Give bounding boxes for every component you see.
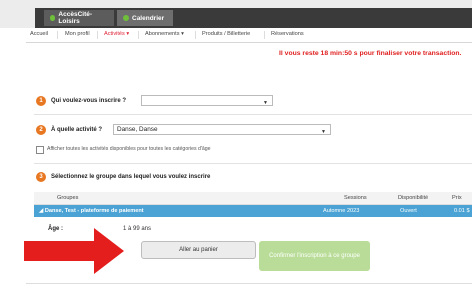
tab-calendrier[interactable]: Calendrier	[117, 10, 173, 26]
menu-separator	[57, 31, 58, 39]
main-menu: Accueil Mon profil Activités ▾ Abonnemen…	[26, 28, 472, 43]
tab-label: Calendrier	[132, 14, 165, 22]
activity-select[interactable]: Danse, Danse ▼	[113, 124, 331, 135]
menu-separator	[138, 31, 139, 39]
step-3-label: Sélectionnez le groupe dans lequel vous …	[51, 174, 211, 180]
menu-separator	[195, 31, 196, 39]
menu-abonnements[interactable]: Abonnements ▾	[145, 31, 184, 37]
col-sessions: Sessions	[344, 195, 367, 201]
col-groupes: Groupes	[57, 195, 79, 201]
top-bar: AccèsCité-Loisirs Calendrier	[0, 0, 472, 28]
group-availability: Ouvert	[400, 208, 417, 214]
menu-separator	[264, 31, 265, 39]
step-2-badge: 2	[36, 125, 46, 135]
arrow-shape	[24, 228, 124, 274]
menu-reservations[interactable]: Réservations	[271, 31, 304, 37]
session-timer: Il vous reste 18 min:50 s pour finaliser…	[279, 50, 462, 57]
app-dot-icon	[123, 15, 129, 21]
step-1-badge: 1	[36, 96, 46, 106]
person-select[interactable]: ▼	[141, 95, 273, 106]
col-prix: Prix	[452, 195, 462, 201]
menu-separator	[97, 31, 98, 39]
col-disponibilite: Disponibilité	[398, 195, 429, 201]
step-1-label: Qui voulez-vous inscrire ?	[51, 98, 127, 104]
step-3-badge: 3	[36, 172, 46, 182]
step-2-label: À quelle activité ?	[51, 127, 103, 133]
red-arrow-icon	[24, 228, 124, 274]
groups-table-header: Groupes Sessions Disponibilité Prix	[34, 192, 472, 205]
tab-acces-cite-loisirs[interactable]: AccèsCité-Loisirs	[44, 10, 114, 26]
divider	[26, 283, 472, 284]
app-dot-icon	[50, 15, 56, 21]
divider	[34, 163, 472, 164]
menu-accueil[interactable]: Accueil	[30, 31, 48, 37]
confirm-registration-button[interactable]: Confirmer l'inscription à ce groupe	[259, 241, 370, 271]
menu-activites[interactable]: Activités ▾	[104, 31, 129, 37]
menu-mon-profil[interactable]: Mon profil	[65, 31, 90, 37]
menu-produits-billetterie[interactable]: Produits / Billetterie	[202, 31, 250, 37]
age-value: 1 à 99 ans	[123, 226, 152, 232]
show-all-activities-label: Afficher toutes les activités disponible…	[47, 146, 211, 152]
activity-select-value: Danse, Danse	[117, 126, 158, 133]
divider	[34, 114, 472, 115]
group-price: 0.01 $	[454, 208, 470, 214]
chevron-down-icon: ▼	[263, 100, 268, 106]
show-all-activities-checkbox[interactable]	[36, 146, 44, 154]
tab-label: AccèsCité-Loisirs	[58, 11, 93, 25]
page: AccèsCité-Loisirs Calendrier Accueil Mon…	[0, 0, 472, 286]
table-row[interactable]: ◢ Danse, Test - plateforme de paiement A…	[34, 205, 472, 217]
chevron-down-icon: ▼	[321, 129, 326, 135]
go-to-cart-button[interactable]: Aller au panier	[141, 241, 256, 259]
group-name: ◢ Danse, Test - plateforme de paiement	[39, 208, 144, 214]
group-session: Automne 2023	[323, 208, 360, 214]
